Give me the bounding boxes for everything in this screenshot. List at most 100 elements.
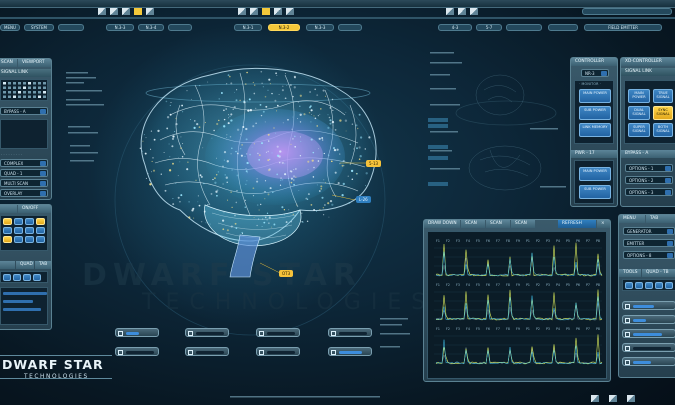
left-row-1[interactable]: COMPLEX: [0, 159, 48, 167]
tab-tab[interactable]: TAB: [35, 261, 51, 269]
right-slider-3[interactable]: [622, 329, 675, 338]
scan-tab-3[interactable]: SCAN: [511, 220, 535, 228]
field-emitter-button[interactable]: FIELD EMITTER: [584, 24, 662, 31]
quad-tab[interactable]: QUAD: [16, 261, 34, 269]
tools-value[interactable]: QUAD - TB: [642, 269, 675, 277]
toggle-9[interactable]: [3, 236, 12, 243]
slider-3[interactable]: [185, 328, 229, 337]
scan-icon[interactable]: [146, 8, 154, 15]
options-3-dropdown[interactable]: OPTIONS - 3: [625, 188, 673, 196]
generator-row[interactable]: GENERATOR: [623, 227, 675, 235]
toolbar-pill-7[interactable]: 5-7: [476, 24, 502, 31]
xd-main-power-button[interactable]: MAIN POWER: [628, 89, 650, 103]
grid-icon[interactable]: [13, 274, 21, 281]
toggle-5[interactable]: [3, 227, 12, 234]
close-icon[interactable]: ×: [597, 220, 610, 228]
quad-tab-icon[interactable]: [0, 261, 15, 269]
right-slider-1[interactable]: [622, 301, 675, 310]
cube-icon[interactable]: [446, 8, 454, 15]
options-8-row[interactable]: OPTIONS - 8: [623, 251, 675, 259]
bypass-dropdown[interactable]: BYPASS - A: [0, 107, 48, 115]
toolbar-pill-2[interactable]: N.3-4: [138, 24, 164, 31]
link-icon[interactable]: [458, 8, 466, 15]
chart-icon[interactable]: [238, 8, 246, 15]
left-row-2[interactable]: QUAD - 1: [0, 169, 48, 177]
system-button[interactable]: SYSTEM: [24, 24, 54, 31]
toolbar-pill-blank-2[interactable]: [168, 24, 192, 31]
right-slider-4[interactable]: [622, 343, 675, 352]
toggle-10[interactable]: [14, 236, 23, 243]
right-slider-2[interactable]: [622, 315, 675, 324]
chart-icon[interactable]: [635, 282, 643, 289]
graph-icon[interactable]: [122, 8, 130, 15]
grid-icon[interactable]: [625, 282, 633, 289]
toolbar-pill-5[interactable]: N.3-3: [306, 24, 334, 31]
toggle-11[interactable]: [25, 236, 34, 243]
left-row-3[interactable]: MULTI SCAN: [0, 179, 48, 187]
toolbar-pill-blank-3[interactable]: [338, 24, 362, 31]
grid-icon[interactable]: [98, 8, 106, 15]
right-tab-tab[interactable]: TAB: [646, 215, 675, 223]
quad-tab-top[interactable]: [0, 205, 17, 213]
info-icon[interactable]: [609, 395, 617, 402]
sync-signal-button[interactable]: SYNC SIGNAL: [653, 106, 673, 120]
viewport-tab[interactable]: VIEWPORT: [18, 59, 51, 67]
draw-down-tab[interactable]: DRAW DOWN: [424, 220, 460, 228]
focus-icon[interactable]: [262, 8, 270, 15]
slider-1[interactable]: [115, 328, 159, 337]
toggle-7[interactable]: [25, 227, 34, 234]
link-memory-button[interactable]: LINK MEMORY: [579, 123, 611, 137]
right-slider-5[interactable]: [622, 357, 675, 366]
eye-icon[interactable]: [470, 8, 478, 15]
toolbar-pill-6[interactable]: 4-3: [438, 24, 472, 31]
slider-5[interactable]: [256, 328, 300, 337]
slider-8[interactable]: [328, 347, 372, 356]
right-menu-tab[interactable]: MENU: [619, 215, 645, 223]
sub-power-button-2[interactable]: SUB POWER: [579, 185, 611, 199]
toggle-2[interactable]: [14, 218, 23, 225]
settings-icon[interactable]: [591, 395, 599, 402]
scan-tab[interactable]: SCAN: [0, 59, 17, 67]
toggle-12[interactable]: [36, 236, 45, 243]
menu-button[interactable]: MENU: [0, 24, 20, 31]
slider-7[interactable]: [328, 328, 372, 337]
emitter-row[interactable]: EMITTER: [623, 239, 675, 247]
chart-icon[interactable]: [3, 274, 11, 281]
slider-6[interactable]: [256, 347, 300, 356]
slider-2[interactable]: [115, 347, 159, 356]
tools-tab[interactable]: TOOLS: [619, 269, 641, 277]
toggle-6[interactable]: [14, 227, 23, 234]
nodes-icon[interactable]: [250, 8, 258, 15]
options-1-dropdown[interactable]: OPTIONS - 1: [625, 164, 673, 172]
nodes-icon[interactable]: [655, 282, 663, 289]
cube-icon[interactable]: [33, 274, 41, 281]
power-icon[interactable]: [627, 395, 635, 402]
sub-power-button-1[interactable]: SUB POWER: [579, 106, 611, 120]
nr-dropdown[interactable]: NR-3: [581, 69, 609, 77]
on-off-tab[interactable]: ON/OFF: [18, 205, 51, 213]
scan-tab-2[interactable]: SCAN: [486, 220, 510, 228]
cube-icon[interactable]: [665, 282, 673, 289]
super-signal-button[interactable]: SUPER SIGNAL: [628, 123, 650, 137]
toolbar-pill-blank-5[interactable]: [548, 24, 578, 31]
refresh-button[interactable]: REFRESH: [558, 220, 596, 228]
toggle-4[interactable]: [36, 218, 45, 225]
layers-icon[interactable]: [110, 8, 118, 15]
wave-icon[interactable]: [645, 282, 653, 289]
scan-tab-1[interactable]: SCAN: [461, 220, 485, 228]
toolbar-pill-4-active[interactable]: N.3-2: [268, 24, 300, 31]
main-power-button-2[interactable]: MAIN POWER: [579, 167, 611, 181]
toggle-1[interactable]: [3, 218, 12, 225]
target-icon[interactable]: [134, 8, 142, 15]
true-signal-button[interactable]: TRUE SIGNAL: [653, 89, 673, 103]
dual-signal-button[interactable]: DUAL SIGNAL: [628, 106, 650, 120]
toolbar-pill-blank-4[interactable]: [506, 24, 542, 31]
toolbar-pill-3[interactable]: N.3-1: [234, 24, 262, 31]
toggle-8[interactable]: [36, 227, 45, 234]
toolbar-pill-1[interactable]: N.3-3: [106, 24, 134, 31]
slider-4[interactable]: [185, 347, 229, 356]
toolbar-pill-blank-1[interactable]: [58, 24, 84, 31]
both-signal-button[interactable]: BOTH SIGNAL: [653, 123, 673, 137]
wave-icon[interactable]: [23, 274, 31, 281]
options-2-dropdown[interactable]: OPTIONS - 2: [625, 176, 673, 184]
